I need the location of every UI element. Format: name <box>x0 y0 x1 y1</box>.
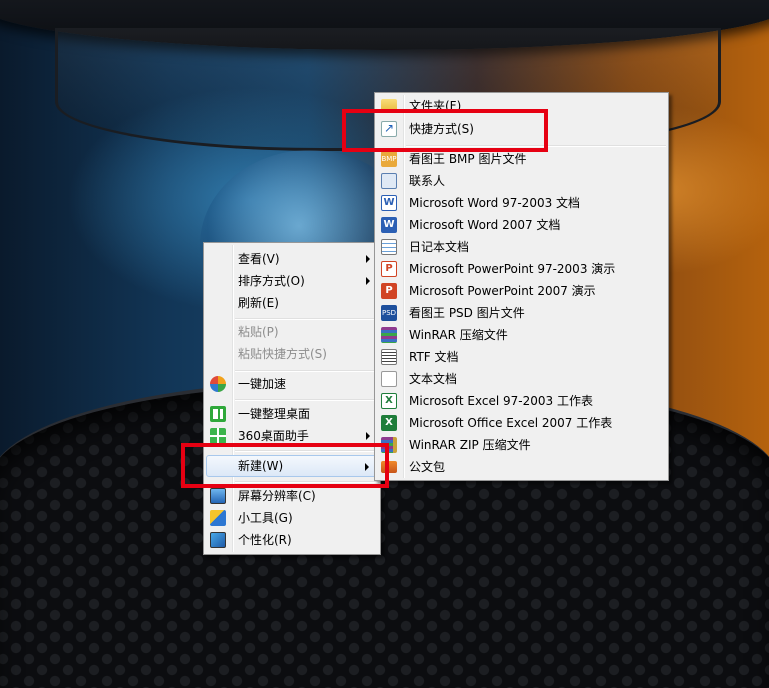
menu-item-gadgets[interactable]: 小工具(G) <box>206 507 378 529</box>
menu-item-speedup[interactable]: 一键加速 <box>206 373 378 395</box>
submenu-arrow-icon <box>366 277 370 285</box>
menu-item-label: 一键整理桌面 <box>238 407 311 421</box>
new-item-excel-2007[interactable]: X Microsoft Office Excel 2007 工作表 <box>377 412 666 434</box>
menu-item-label: 日记本文档 <box>409 240 470 254</box>
menu-item-label: 刷新(E) <box>238 296 279 310</box>
menu-item-label: RTF 文档 <box>409 350 459 364</box>
desktop-context-menu: 查看(V) 排序方式(O) 刷新(E) 粘贴(P) 粘贴快捷方式(S) 一键加速… <box>203 242 381 555</box>
menu-item-personalize[interactable]: 个性化(R) <box>206 529 378 551</box>
new-item-winrar[interactable]: WinRAR 压缩文件 <box>377 324 666 346</box>
annotation-highlight-new <box>181 443 389 488</box>
menu-item-label: 个性化(R) <box>238 533 292 547</box>
new-item-journal[interactable]: 日记本文档 <box>377 236 666 258</box>
bmp-file-icon: BMP <box>381 151 397 167</box>
new-item-winrar-zip[interactable]: WinRAR ZIP 压缩文件 <box>377 434 666 456</box>
menu-item-label: WinRAR 压缩文件 <box>409 328 508 342</box>
menu-item-refresh[interactable]: 刷新(E) <box>206 292 378 314</box>
menu-item-label: 360桌面助手 <box>238 429 309 443</box>
menu-item-sort[interactable]: 排序方式(O) <box>206 270 378 292</box>
desktop-assistant-icon <box>210 428 226 444</box>
personalize-icon <box>210 532 226 548</box>
new-item-word-2007[interactable]: W Microsoft Word 2007 文档 <box>377 214 666 236</box>
menu-item-label: 查看(V) <box>238 252 280 266</box>
new-item-contact[interactable]: 联系人 <box>377 170 666 192</box>
menu-item-label: 粘贴(P) <box>238 325 279 339</box>
menu-item-paste-shortcut[interactable]: 粘贴快捷方式(S) <box>206 343 378 365</box>
contact-icon <box>381 173 397 189</box>
new-item-excel-97[interactable]: X Microsoft Excel 97-2003 工作表 <box>377 390 666 412</box>
text-file-icon <box>381 371 397 387</box>
menu-item-label: 小工具(G) <box>238 511 293 525</box>
menu-item-paste[interactable]: 粘贴(P) <box>206 321 378 343</box>
menu-item-screen-resolution[interactable]: 屏幕分辨率(C) <box>206 485 378 507</box>
rtf-icon <box>381 349 397 365</box>
new-item-ppt-97[interactable]: P Microsoft PowerPoint 97-2003 演示 <box>377 258 666 280</box>
menu-item-label: 文本文档 <box>409 372 458 386</box>
new-item-rtf[interactable]: RTF 文档 <box>377 346 666 368</box>
winrar-icon <box>381 327 397 343</box>
new-item-psd[interactable]: PSD 看图王 PSD 图片文件 <box>377 302 666 324</box>
word-97-icon: W <box>381 195 397 211</box>
menu-item-label: Microsoft Word 97-2003 文档 <box>409 196 581 210</box>
menu-item-label: 公文包 <box>409 460 446 474</box>
excel-2007-icon: X <box>381 415 397 431</box>
desktop-organize-icon <box>210 406 226 422</box>
menu-item-label: Microsoft Word 2007 文档 <box>409 218 561 232</box>
word-2007-icon: W <box>381 217 397 233</box>
gadgets-icon <box>210 510 226 526</box>
menu-item-label: 联系人 <box>409 174 446 188</box>
menu-item-label: 看图王 PSD 图片文件 <box>409 306 525 320</box>
menu-item-label: Microsoft PowerPoint 97-2003 演示 <box>409 262 616 276</box>
menu-item-label: 屏幕分辨率(C) <box>238 489 316 503</box>
new-item-ppt-2007[interactable]: P Microsoft PowerPoint 2007 演示 <box>377 280 666 302</box>
annotation-highlight-shortcut <box>342 109 548 152</box>
submenu-arrow-icon <box>366 255 370 263</box>
menu-separator <box>235 318 378 320</box>
menu-item-label: 一键加速 <box>238 377 287 391</box>
ppt-97-icon: P <box>381 261 397 277</box>
new-item-briefcase[interactable]: 公文包 <box>377 456 666 478</box>
ppt-2007-icon: P <box>381 283 397 299</box>
new-item-text[interactable]: 文本文档 <box>377 368 666 390</box>
menu-item-label: 看图王 BMP 图片文件 <box>409 152 527 166</box>
speedup-icon <box>210 376 226 392</box>
menu-separator <box>235 370 378 372</box>
menu-item-label: 排序方式(O) <box>238 274 305 288</box>
new-item-word-97[interactable]: W Microsoft Word 97-2003 文档 <box>377 192 666 214</box>
excel-97-icon: X <box>381 393 397 409</box>
menu-item-label: Microsoft Office Excel 2007 工作表 <box>409 416 613 430</box>
menu-item-label: Microsoft Excel 97-2003 工作表 <box>409 394 593 408</box>
menu-item-label: 粘贴快捷方式(S) <box>238 347 327 361</box>
journal-icon <box>381 239 397 255</box>
menu-separator <box>235 399 378 401</box>
menu-item-label: Microsoft PowerPoint 2007 演示 <box>409 284 596 298</box>
screen-resolution-icon <box>210 488 226 504</box>
menu-item-view[interactable]: 查看(V) <box>206 248 378 270</box>
submenu-arrow-icon <box>366 432 370 440</box>
menu-item-label: WinRAR ZIP 压缩文件 <box>409 438 531 452</box>
menu-item-organize-desktop[interactable]: 一键整理桌面 <box>206 403 378 425</box>
psd-file-icon: PSD <box>381 305 397 321</box>
